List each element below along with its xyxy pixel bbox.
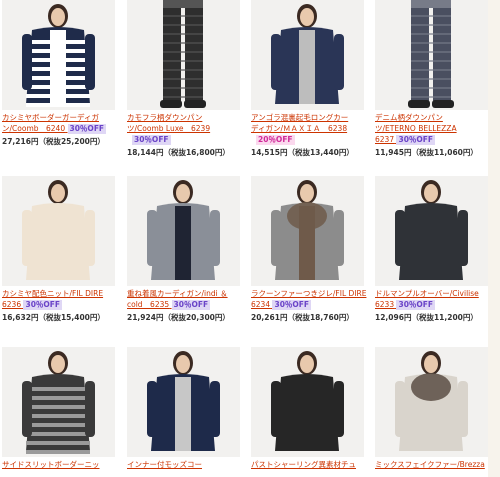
product-title-link[interactable]: サイドスリットボーダーニッ (2, 459, 120, 470)
price-with-tax: 12,096円 (375, 313, 412, 322)
product-title-line: インナー付モッズコー (127, 460, 202, 469)
product-title-link[interactable]: デニム柄ダウンパン ツ/ETERNO BELLEZZA 6237 30％OFF (375, 112, 493, 145)
cardigan-icon (2, 0, 115, 110)
pants-icon (127, 0, 240, 110)
product-price: 27,216円（税抜25,200円） (2, 137, 124, 147)
product-title-link[interactable]: カモフラ柄ダウンパン ツ/Coomb Luxe 6239 (127, 112, 245, 134)
price-without-tax: （税抜15,400円） (38, 313, 105, 322)
product-title-link[interactable]: ラクーンファーつきジレ/FIL DIRE 6234 30％OFF (251, 288, 369, 310)
product-photo[interactable] (251, 0, 364, 110)
price-without-tax: （税抜18,760円） (287, 313, 354, 322)
product-title-line: カシミヤボーダーガーディガ (2, 113, 99, 122)
product-title-line: ツ/ETERNO BELLEZZA (375, 124, 457, 133)
discount-badge: 30％OFF (272, 300, 312, 310)
product-title-line: ツ/Coomb Luxe 6239 (127, 124, 211, 133)
product-title-line: 6236 (2, 300, 22, 309)
product-title-link[interactable]: カシミヤボーダーガーディガ ン/Coomb 6240 30％OFF (2, 112, 120, 134)
striped-knit-icon (2, 347, 115, 457)
price-without-tax: （税抜20,300円） (163, 313, 230, 322)
product-photo[interactable] (375, 347, 488, 457)
product-title-line: デニム柄ダウンパン (375, 113, 443, 122)
product-photo[interactable] (127, 0, 240, 110)
product-photo[interactable] (375, 0, 488, 110)
price-with-tax: 11,945円 (375, 148, 412, 157)
price-with-tax: 18,144円 (127, 148, 164, 157)
price-with-tax: 14,515円 (251, 148, 288, 157)
product-title-line: ミックスフェイクファー/Brezza (375, 460, 485, 469)
product-price: 11,945円（税抜11,060円） (375, 148, 497, 158)
product-title-line: 重ね着風カーディガン/indi ＆ (127, 289, 228, 298)
product-price: 18,144円（税抜16,800円） (127, 148, 249, 158)
discount-badge: 30％OFF (132, 135, 171, 145)
product-photo[interactable] (251, 347, 364, 457)
product-title-line: ドルマンプルオーバー/Civilise (375, 289, 479, 298)
product-title-link[interactable]: パストシャーリング異素材チュ (251, 459, 369, 470)
denim-pants-icon (375, 0, 488, 110)
product-title-line: カモフラ柄ダウンパン (127, 113, 203, 122)
product-title-line: 6234 (251, 300, 271, 309)
price-with-tax: 16,632円 (2, 313, 39, 322)
product-title-line: サイドスリットボーダーニッ (2, 460, 100, 469)
product-price: 14,515円（税抜13,440円） (251, 148, 373, 158)
price-with-tax: 21,924円 (127, 313, 164, 322)
vest-cardigan-icon (127, 176, 240, 286)
fur-stole-icon (375, 347, 488, 457)
product-title-line: ディガン/ＭＡＸＩＡ 6238 (251, 124, 348, 133)
product-price: 16,632円（税抜15,400円） (2, 313, 124, 323)
product-title-link[interactable]: 重ね着風カーディガン/indi ＆ cold 6235 30％OFF (127, 288, 245, 310)
product-title-link[interactable]: インナー付モッズコー (127, 459, 245, 470)
price-without-tax: （税抜25,200円） (38, 137, 105, 146)
fur-vest-icon (251, 176, 364, 286)
product-photo[interactable] (375, 176, 488, 286)
product-title-line: パストシャーリング異素材チュ (251, 460, 356, 469)
product-photo[interactable] (251, 176, 364, 286)
long-cardigan-icon (251, 0, 364, 110)
product-title-line: cold 6235 (127, 300, 170, 309)
discount-badge: 30％OFF (171, 300, 211, 310)
product-photo[interactable] (2, 347, 115, 457)
product-title-link[interactable]: ミックスフェイクファー/Brezza (375, 459, 493, 470)
page-right-margin (488, 0, 500, 477)
price-without-tax: （税抜11,200円） (411, 313, 478, 322)
tunic-icon (251, 347, 364, 457)
price-without-tax: （税抜16,800円） (163, 148, 230, 157)
discount-badge: 30％OFF (23, 300, 63, 310)
product-title-line: 6233 (375, 300, 395, 309)
price-with-tax: 27,216円 (2, 137, 39, 146)
pullover-icon (375, 176, 488, 286)
product-title-link[interactable]: カシミヤ配色ニット/FIL DIRE 6236 30％OFF (2, 288, 120, 310)
product-price: 12,096円（税抜11,200円） (375, 313, 497, 323)
product-photo[interactable] (2, 176, 115, 286)
discount-badge: 30％OFF (396, 135, 436, 145)
product-title-line: アンゴラ混裏起毛ロングカー (251, 113, 349, 122)
product-photo[interactable] (127, 347, 240, 457)
product-title-line: 6237 (375, 135, 395, 144)
product-title-line: カシミヤ配色ニット/FIL DIRE (2, 289, 104, 298)
price-without-tax: （税抜13,440円） (287, 148, 354, 157)
product-title-line: ン/Coomb 6240 (2, 124, 66, 133)
discount-badge: 30％OFF (396, 300, 436, 310)
product-photo[interactable] (127, 176, 240, 286)
product-title-link[interactable]: アンゴラ混裏起毛ロングカー ディガン/ＭＡＸＩＡ 6238 (251, 112, 369, 134)
product-photo[interactable] (2, 0, 115, 110)
knit-icon (2, 176, 115, 286)
discount-badge: 20％OFF (256, 135, 295, 145)
price-without-tax: （税抜11,060円） (411, 148, 478, 157)
discount-badge: 30％OFF (67, 124, 107, 134)
price-with-tax: 20,261円 (251, 313, 288, 322)
coat-icon (127, 347, 240, 457)
product-price: 20,261円（税抜18,760円） (251, 313, 373, 323)
product-price: 21,924円（税抜20,300円） (127, 313, 249, 323)
product-title-line: ラクーンファーつきジレ/FIL DIRE (251, 289, 367, 298)
product-title-link[interactable]: ドルマンプルオーバー/Civilise 6233 30％OFF (375, 288, 493, 310)
